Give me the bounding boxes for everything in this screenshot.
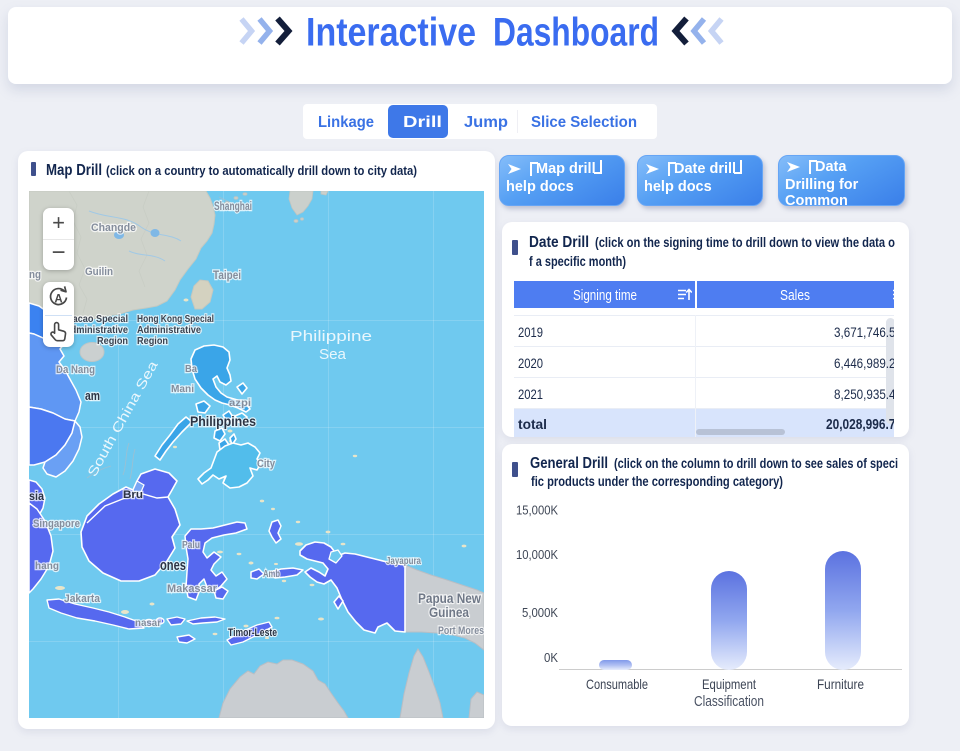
svg-text:Sea: Sea (319, 346, 347, 363)
svg-text:Guilin: Guilin (85, 266, 113, 278)
svg-text:nasar: nasar (135, 617, 161, 629)
svg-text:Palu: Palu (182, 539, 200, 551)
svg-text:Bru: Bru (123, 489, 143, 501)
svg-text:Guinea: Guinea (429, 605, 469, 620)
svg-text:azpi: azpi (229, 397, 251, 409)
svg-text:Papua New: Papua New (418, 591, 481, 606)
svg-text:(click on a country to automat: (click on a country to automatically dri… (106, 163, 417, 178)
svg-text:Equipment: Equipment (702, 676, 756, 692)
svg-text:A: A (54, 294, 62, 306)
svg-text:South China Sea: South China Sea (84, 358, 160, 480)
svg-text:Makassar: Makassar (167, 583, 218, 595)
svg-text:ones: ones (160, 557, 186, 574)
svg-text:Amb: Amb (263, 568, 280, 580)
svg-text:Dashboard: Dashboard (493, 11, 659, 55)
svg-text:Shanghai: Shanghai (214, 199, 252, 213)
svg-text:sia: sia (29, 489, 44, 503)
svg-text:Jump: Jump (464, 114, 508, 131)
svg-text:Mani: Mani (171, 383, 194, 395)
svg-text:Da Nang: Da Nang (56, 364, 95, 376)
svg-text:Map Drill: Map Drill (46, 162, 102, 179)
svg-text:6,446,989.22: 6,446,989.22 (834, 355, 894, 371)
svg-text:8,250,935.42: 8,250,935.42 (834, 386, 894, 402)
svg-text:(click on the signing time to: (click on the signing time to drill down… (595, 234, 895, 250)
svg-text:Taipei: Taipei (213, 268, 241, 282)
svg-text:Philippines: Philippines (190, 413, 256, 429)
svg-text:Slice Selection: Slice Selection (531, 114, 637, 131)
svg-text:Furniture: Furniture (817, 676, 864, 692)
svg-text:Signing time: Signing time (573, 288, 637, 304)
svg-text:City: City (257, 458, 276, 470)
svg-text:am: am (85, 388, 100, 403)
svg-text:Ba: Ba (185, 363, 197, 375)
svg-text:Linkage: Linkage (318, 114, 374, 131)
svg-text:Region: Region (137, 335, 168, 347)
svg-text:Jakarta: Jakarta (64, 593, 101, 605)
svg-text:2019: 2019 (518, 324, 543, 340)
svg-text:Drill: Drill (403, 114, 442, 131)
svg-text:Changde: Changde (91, 222, 136, 234)
svg-text:Sales: Sales (780, 288, 810, 304)
svg-text:3,671,746.59: 3,671,746.59 (834, 324, 894, 340)
svg-text:Timor-Leste: Timor-Leste (228, 627, 277, 639)
svg-text:20,028,996.73: 20,028,996.73 (826, 417, 894, 433)
svg-text:15,000K: 15,000K (516, 503, 558, 518)
svg-text:0K: 0K (544, 650, 558, 665)
svg-text:Region: Region (97, 335, 128, 347)
svg-text:2020: 2020 (518, 355, 543, 371)
svg-text:Classification: Classification (694, 694, 764, 710)
svg-text:5,000K: 5,000K (522, 605, 558, 620)
svg-text:Port Mores: Port Mores (438, 625, 484, 637)
svg-text:10,000K: 10,000K (516, 547, 558, 562)
svg-text:ng: ng (29, 269, 41, 281)
svg-text:Date Drill: Date Drill (529, 234, 589, 251)
svg-text:hang: hang (35, 560, 59, 572)
svg-text:Interactive: Interactive (306, 11, 476, 55)
svg-text:Philippine: Philippine (290, 328, 372, 345)
svg-text:total: total (518, 416, 547, 432)
svg-text:2021: 2021 (518, 386, 543, 402)
svg-text:Singapore: Singapore (33, 518, 80, 530)
svg-text:Consumable: Consumable (586, 676, 648, 692)
svg-text:Jayapura: Jayapura (386, 555, 421, 567)
svg-text:f a specific month): f a specific month) (529, 253, 626, 269)
